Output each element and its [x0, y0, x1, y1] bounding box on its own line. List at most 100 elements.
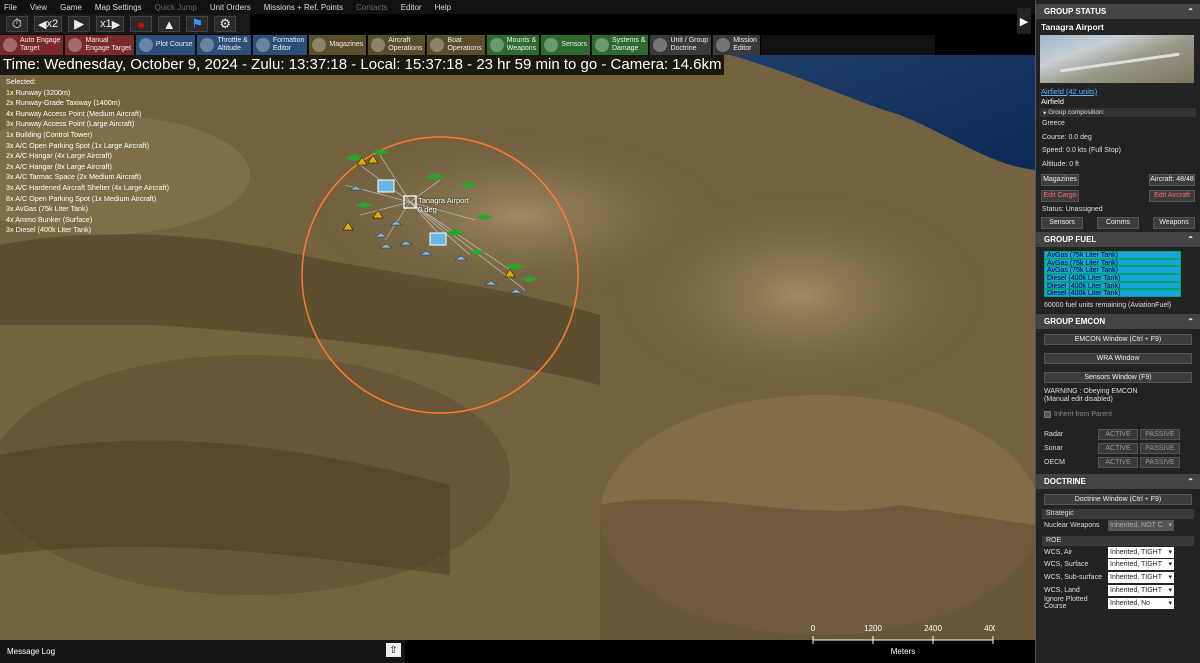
sensors-button[interactable]: Sensors — [1041, 216, 1083, 229]
group-status-header[interactable]: GROUP STATUS ⌃ — [1036, 4, 1200, 19]
toolbar-label: Auto Engage Target — [20, 37, 61, 52]
menu-item[interactable]: Help — [435, 3, 451, 12]
roe-select[interactable]: Inherited, TIGHT — [1108, 585, 1174, 597]
scale-tick: 0 — [811, 624, 816, 633]
menu-item[interactable]: Quick Jump — [155, 3, 197, 12]
active-toggle[interactable]: ACTIVE — [1098, 443, 1138, 455]
emcon-window-button[interactable]: EMCON Window (Ctrl + F9) — [1044, 333, 1192, 345]
toolbar-button[interactable]: Formation Editor — [252, 35, 309, 55]
hangar-icon[interactable] — [377, 179, 395, 193]
inherit-row[interactable]: Inherit from Parent — [1036, 404, 1200, 418]
menu-item[interactable]: Editor — [401, 3, 422, 12]
aircraft-button[interactable]: Aircraft: 48/48 — [1149, 173, 1195, 186]
emcon-label: OECM — [1044, 459, 1065, 467]
panel-toggle[interactable]: ▶ — [1017, 8, 1031, 34]
speed-up-button[interactable]: x1 ▶ — [96, 16, 125, 32]
message-log-bar[interactable]: Message Log — [0, 640, 405, 663]
fuel-tank-row[interactable]: Diesel (400k Liter Tank) — [1044, 281, 1181, 290]
composition-row[interactable]: ▾ Group composition: — [1040, 108, 1196, 117]
group-fuel-header[interactable]: GROUP FUEL ⌃ — [1036, 231, 1200, 247]
inherit-label: Inherit from Parent — [1054, 410, 1112, 418]
toolbar-button[interactable]: Systems & Damage — [591, 35, 650, 55]
toolbar-button[interactable]: Throttle & Altitude — [197, 35, 252, 55]
hangar-icon[interactable] — [429, 232, 447, 246]
passive-toggle[interactable]: PASSIVE — [1140, 457, 1180, 469]
toolbar-button[interactable]: Magazines — [309, 35, 368, 55]
roe-select[interactable]: Inherited, TIGHT — [1108, 559, 1174, 571]
fuel-tank-row[interactable]: Diesel (400k Liter Tank) — [1044, 273, 1181, 282]
toolbar-label: Manual Engage Target — [85, 37, 131, 52]
roe-row: WCS, Surface Inherited, TIGHT — [1036, 559, 1200, 572]
toolbar-button[interactable]: Mission Editor — [713, 35, 761, 55]
active-toggle[interactable]: ACTIVE — [1098, 457, 1138, 469]
emcon-warning: WARNING : Obeying EMCON (Manual edit dis… — [1036, 383, 1200, 404]
speed-label-2: x1 — [100, 18, 112, 30]
emcon-row: Radar ACTIVE PASSIVE — [1036, 428, 1200, 442]
menu-item[interactable]: Missions + Ref. Points — [264, 3, 343, 12]
toolbar-button[interactable]: Plot Course — [135, 35, 197, 55]
wra-window-button[interactable]: WRA Window — [1044, 352, 1192, 364]
toolbar-button[interactable]: Unit / Group Doctrine — [650, 35, 713, 55]
magazines-button[interactable]: Magazines — [1041, 173, 1079, 186]
play-icon[interactable]: ▶ — [68, 16, 91, 32]
terrain-icon[interactable]: ▲ — [158, 16, 181, 32]
nuclear-label: Nuclear Weapons — [1044, 521, 1100, 529]
roe-select[interactable]: Inherited, No — [1108, 597, 1174, 609]
passive-toggle[interactable]: PASSIVE — [1140, 443, 1180, 455]
menu-item[interactable]: Contacts — [356, 3, 388, 12]
comms-button[interactable]: Comms — [1097, 216, 1139, 229]
sensors-window-button[interactable]: Sensors Window (F9) — [1044, 371, 1192, 383]
fuel-tank-row[interactable]: AvGas (75k Liter Tank) — [1044, 258, 1181, 267]
menu-item[interactable]: Unit Orders — [210, 3, 251, 12]
roe-select[interactable]: Inherited, TIGHT — [1108, 546, 1174, 558]
status-label: Status: Unassigned — [1042, 205, 1103, 213]
toolbar-button[interactable]: Sensors — [541, 35, 591, 55]
toolbar-button[interactable]: Manual Engage Target — [65, 35, 135, 55]
speed-down-button[interactable]: ◀ x2 — [34, 16, 63, 32]
roe-select[interactable]: Inherited, TIGHT — [1108, 572, 1174, 584]
toolbar-icon — [716, 38, 731, 52]
inherit-checkbox[interactable] — [1044, 410, 1051, 418]
weapons-button[interactable]: Weapons — [1153, 216, 1195, 229]
toolbar-button[interactable]: Boat Operations — [427, 35, 486, 55]
emcon-label: Sonar — [1044, 445, 1063, 453]
nuclear-select[interactable]: Inherited, NOT C — [1108, 519, 1174, 531]
toolbar-icon — [3, 38, 17, 52]
collapse-icon[interactable]: ⌃ — [1187, 235, 1194, 244]
edit-cargo-button[interactable]: Edit Cargo — [1041, 189, 1079, 202]
active-toggle[interactable]: ACTIVE — [1098, 429, 1138, 441]
toolbar-label: Aircraft Operations — [388, 37, 423, 52]
menu-item[interactable]: Game — [60, 3, 82, 12]
toolbar-button[interactable]: Auto Engage Target — [0, 35, 65, 55]
scale-unit: Meters — [891, 647, 915, 656]
fuel-tank-row[interactable]: AvGas (75k Liter Tank) — [1044, 266, 1181, 274]
menu-item[interactable]: Map Settings — [95, 3, 142, 12]
record-icon[interactable]: ● — [130, 16, 153, 32]
fuel-tank-row[interactable]: Diesel (400k Liter Tank) — [1044, 289, 1181, 297]
doctrine-window-button[interactable]: Doctrine Window (Ctrl + F9) — [1044, 493, 1192, 505]
edit-aircraft-button[interactable]: Edit Aircraft — [1149, 189, 1195, 202]
group-emcon-header[interactable]: GROUP EMCON ⌃ — [1036, 313, 1200, 329]
menu-item[interactable]: File — [4, 3, 17, 12]
toolbar-button[interactable]: Aircraft Operations — [368, 35, 427, 55]
toolbar-label: Sensors — [561, 41, 587, 48]
message-log-label: Message Log — [7, 647, 56, 656]
menu-item[interactable]: View — [30, 3, 47, 12]
expand-log-icon[interactable]: ⇧ — [386, 643, 401, 657]
toolbar-icon — [200, 38, 215, 52]
passive-toggle[interactable]: PASSIVE — [1140, 429, 1180, 441]
toolbar-button[interactable]: Mounts & Weapons — [486, 35, 541, 55]
clock-icon[interactable]: ⏱ — [6, 16, 28, 32]
unit-link[interactable]: Airfield (42 units) — [1041, 87, 1195, 97]
collapse-icon[interactable]: ⌃ — [1187, 317, 1194, 326]
gear-icon[interactable]: ⚙ — [214, 16, 237, 32]
toolbar-label: Boat Operations — [447, 37, 482, 52]
fuel-tank-row[interactable]: AvGas (75k Liter Tank) — [1044, 250, 1181, 259]
doctrine-header[interactable]: DOCTRINE ⌃ — [1036, 473, 1200, 489]
flag-icon[interactable]: ⚑ — [186, 16, 209, 32]
toolbar-label: Throttle & Altitude — [217, 37, 248, 52]
roe-label: WCS, Air — [1044, 548, 1073, 556]
collapse-icon[interactable]: ⌃ — [1187, 477, 1194, 486]
collapse-icon[interactable]: ⌃ — [1187, 7, 1194, 16]
selected-item: 4x Runway Access Point (Medium Aircraft) — [6, 108, 142, 118]
